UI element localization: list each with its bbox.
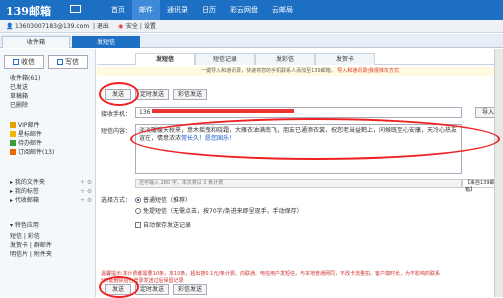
option-free-label: 免提短信（无需点击，按70字/条进来即呈现手，手动保存） — [143, 208, 303, 215]
send-button-top[interactable]: 发送 — [105, 89, 131, 100]
receive-button[interactable]: 收信 — [4, 55, 44, 69]
redacted-number — [152, 109, 295, 113]
scrollbar[interactable] — [494, 49, 503, 297]
folder-sent[interactable]: 已发送 — [10, 84, 28, 92]
app-logo[interactable]: 139邮箱 — [6, 3, 51, 19]
send-button-bottom[interactable]: 发送 — [105, 284, 131, 295]
special-apps-group[interactable]: ▾ 特色应用 — [10, 222, 39, 230]
write-button[interactable]: 写信 — [48, 55, 88, 69]
choose-label: 选择方式： — [101, 197, 132, 204]
sidebar: 收信 写信 收件箱(61) 已发送 草稿箱 已删除 VIP邮件 星标邮件 待办邮… — [0, 49, 96, 297]
option-normal[interactable]: 普通短信（推荐） — [135, 195, 191, 204]
todo-icon — [10, 140, 16, 146]
subtab-send-mms[interactable]: 发彩信 — [255, 53, 315, 65]
write-label: 写信 — [65, 58, 79, 66]
my-tags-label: 我的标签 — [14, 188, 39, 195]
proxy-mail-label: 代收邮箱 — [14, 197, 39, 204]
receiver-label: 接收手机： — [101, 111, 132, 118]
import-notice: 一键导入和通讯录，快速将您的手机联系人添加至139邮箱。 导入和通讯录|我很抹灰… — [97, 67, 503, 76]
shield-icon: ◉ — [118, 23, 124, 30]
message-text-tail: 常长久！愿您国乐！ — [181, 135, 236, 142]
top-bar: 139邮箱 首页 邮件 通讯录 日历 彩云网盘 云邮局 — [0, 0, 503, 20]
logout-link[interactable]: | 退出 — [93, 20, 109, 33]
notice-text: 一键导入和通讯录，快速将您的手机联系人添加至139邮箱。 — [201, 68, 336, 74]
nav-calendar[interactable]: 日历 — [195, 0, 223, 20]
app-row-sms[interactable]: 短信 | 彩信 — [10, 231, 40, 240]
account-name[interactable]: 13603007183@139.com — [15, 20, 89, 33]
main-nav: 首页 邮件 通讯录 日历 彩云网盘 云邮局 — [104, 0, 300, 20]
timed-send-button-bottom[interactable]: 定时发送 — [135, 284, 169, 295]
vip-label: VIP邮件 — [18, 122, 40, 129]
message-textarea[interactable]: 淡淡暖暖天秋来，意木摇曳和晓霜，大雁衣油满南飞，朋友已通添衣裳，祝您老当益鹤上，… — [135, 124, 462, 174]
tab-send-sms[interactable]: 发短信 — [72, 36, 140, 48]
safety-settings-link[interactable]: 安全 | 设置 — [126, 20, 156, 33]
user-bar: 👤 13603007183@139.com | 退出 ◉ 安全 | 设置 — [0, 20, 503, 33]
add-folder-icon[interactable]: + ⚙ — [80, 179, 92, 186]
timed-send-button-top[interactable]: 定时发送 — [135, 89, 169, 100]
folder-deleted[interactable]: 已删除 — [10, 102, 28, 110]
option-normal-label: 普通短信（推荐） — [143, 197, 192, 204]
add-proxy-icon[interactable]: + ⚙ — [80, 197, 92, 204]
folder-inbox[interactable]: 收件箱(61) — [10, 75, 40, 83]
card-send-button-bottom[interactable]: 彩信发送 — [173, 284, 207, 295]
autosave-checkbox[interactable] — [135, 222, 141, 228]
star-icon — [10, 131, 16, 137]
nav-cloud[interactable]: 彩云网盘 — [223, 0, 265, 20]
receive-icon — [13, 59, 19, 65]
radio-free[interactable] — [135, 208, 141, 214]
sidebar-item-todo[interactable]: 待办邮件 — [10, 140, 42, 148]
nav-contacts[interactable]: 通讯录 — [160, 0, 195, 20]
notice-link[interactable]: 导入和通讯录|我很抹灰方式 — [337, 68, 399, 74]
proxy-mail-group[interactable]: ▸ 代收邮箱 — [10, 197, 39, 205]
card-send-button-top[interactable]: 彩信发送 — [173, 89, 207, 100]
sidebar-item-subscribe[interactable]: 订阅邮件(13) — [10, 149, 54, 157]
receiver-input[interactable]: 136 — [135, 107, 462, 118]
option-free[interactable]: 免提短信（无需点击，按70字/条进来即呈现手，手动保存） — [135, 206, 303, 215]
sms-subtabs: 发短信 短信记录 发彩信 发贺卡 — [97, 53, 503, 65]
subtab-send-card[interactable]: 发贺卡 — [315, 53, 375, 65]
folder-drafts[interactable]: 草稿箱 — [10, 93, 28, 101]
content-label: 短信内容： — [101, 128, 132, 135]
subtab-send-sms[interactable]: 发短信 — [135, 53, 195, 65]
sidebar-item-vip[interactable]: VIP邮件 — [10, 122, 40, 130]
my-folders-label: 我的文件夹 — [14, 179, 45, 186]
tips-text: 温馨提示:本计费都需要10条，本10条，超出按0.1元/条计费。向联通、电信用户… — [101, 271, 501, 285]
main-panel: 发短信 短信记录 发彩信 发贺卡 一键导入和通讯录，快速将您的手机联系人添加至1… — [97, 49, 503, 297]
receive-label: 收信 — [21, 58, 35, 66]
subtab-sms-record[interactable]: 短信记录 — [195, 53, 255, 65]
my-folders-group[interactable]: ▸ 我的文件夹 — [10, 179, 45, 187]
tab-inbox[interactable]: 收件箱 — [2, 36, 70, 48]
vip-icon — [10, 122, 16, 128]
rss-icon — [10, 149, 16, 155]
app-row-card[interactable]: 发贺卡 | 群邮件 — [10, 240, 52, 249]
star-label: 星标邮件 — [18, 131, 43, 138]
autosave-option[interactable]: 自动保存发送记录 — [135, 220, 191, 229]
pen-icon — [57, 59, 63, 65]
autosave-label: 自动保存发送记录 — [143, 222, 192, 229]
my-tags-group[interactable]: ▸ 我的标签 — [10, 188, 39, 196]
special-apps-label: 特色应用 — [14, 222, 39, 229]
receiver-prefix: 136 — [139, 109, 151, 116]
char-counter: 还可输入 280 字，本次将以 1 条计费 — [135, 179, 462, 188]
nav-cloud-post[interactable]: 云邮局 — [265, 0, 300, 20]
nav-home[interactable]: 首页 — [104, 0, 132, 20]
todo-label: 待办邮件 — [18, 140, 43, 147]
add-tag-icon[interactable]: + ⚙ — [80, 188, 92, 195]
subscribe-label: 订阅邮件(13) — [18, 149, 55, 156]
mail-icon[interactable] — [70, 5, 81, 13]
app-row-postcard[interactable]: 明信片 | 附件夹 — [10, 249, 52, 258]
radio-normal[interactable] — [135, 197, 141, 203]
sidebar-item-star[interactable]: 星标邮件 — [10, 131, 42, 139]
nav-mail[interactable]: 邮件 — [132, 0, 160, 20]
tips-line-1: 温馨提示:本计费都需要10条，本10条，超出按0.1元/条计费。向联通、电信用户… — [101, 271, 441, 277]
user-icon: 👤 — [6, 23, 14, 30]
window-tabs: 收件箱 发短信 — [0, 34, 503, 48]
